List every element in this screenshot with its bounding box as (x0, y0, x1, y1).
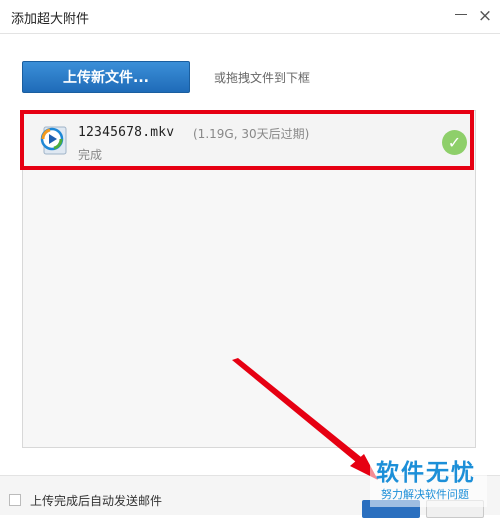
watermark-subtitle: 努力解决软件问题 (381, 488, 469, 501)
drag-hint-text: 或拖拽文件到下框 (214, 71, 311, 85)
watermark-logo: 软件无忧 努力解决软件问题 (370, 451, 487, 507)
upload-status: 完成 (78, 148, 103, 162)
minimize-icon[interactable] (449, 0, 471, 33)
auto-send-checkbox[interactable] (9, 494, 21, 506)
auto-send-label[interactable]: 上传完成后自动发送邮件 (30, 492, 162, 509)
file-size-expiry: (1.19G, 30天后过期) (193, 127, 310, 141)
dialog-title: 添加超大附件 (11, 12, 90, 27)
file-name: 12345678.mkv (78, 125, 175, 140)
upload-new-file-button[interactable]: 上传新文件... (22, 61, 190, 93)
title-bar: 添加超大附件 × (0, 0, 500, 34)
file-list-item[interactable]: 12345678.mkv (1.19G, 30天后过期) 完成 ✓ (20, 110, 474, 170)
close-icon[interactable]: × (474, 0, 496, 33)
check-icon: ✓ (442, 130, 467, 155)
watermark-title: 软件无忧 (376, 460, 476, 486)
video-file-icon (40, 126, 67, 155)
